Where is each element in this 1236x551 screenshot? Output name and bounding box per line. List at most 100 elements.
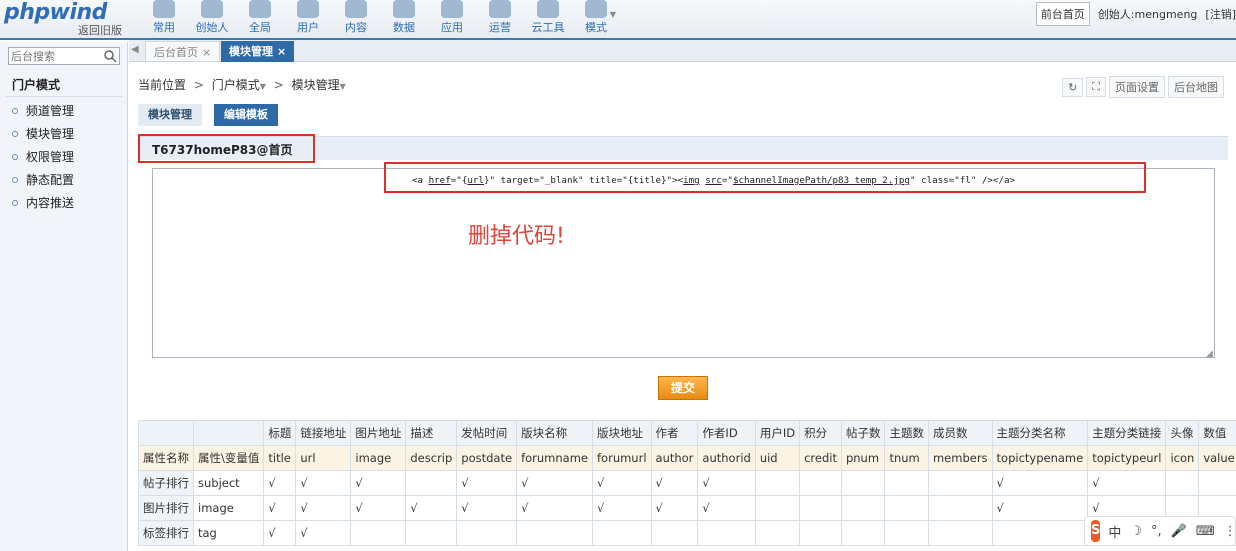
sidebar-item-channel[interactable]: 频道管理	[12, 100, 74, 123]
nav-item-users[interactable]: 用户	[284, 0, 332, 38]
table-cell: 版块地址	[592, 420, 652, 446]
table-cell: 头像	[1165, 420, 1200, 446]
template-editor[interactable]	[152, 168, 1215, 358]
sidebar-item-label: 静态配置	[26, 173, 75, 187]
table-cell: image	[350, 445, 407, 471]
breadcrumb: 当前位置 > 门户模式▼ > 模块管理▼	[138, 76, 346, 93]
table-row: 图片排行 image √ √ √ √ √ √ √ √ √ √ √	[138, 495, 1236, 521]
search-icon[interactable]	[103, 49, 117, 63]
table-cell: 用户ID	[754, 420, 801, 446]
table-cell: 作者ID	[697, 420, 756, 446]
table-cell: credit	[799, 445, 842, 471]
highlight-box	[384, 162, 1146, 193]
table-cell: members	[927, 445, 993, 471]
sidebar-item-module[interactable]: 模块管理	[12, 123, 74, 146]
subtab-module-management[interactable]: 模块管理	[138, 104, 202, 126]
fullscreen-icon[interactable]: ⛶	[1086, 77, 1106, 97]
nav-item-data[interactable]: 数据	[380, 0, 428, 38]
page-settings-button[interactable]: 页面设置	[1109, 76, 1165, 98]
ime-toolbar: S 中 ☽ °, 🎤 ⌨ ⋮	[1084, 516, 1236, 546]
table-cell	[799, 470, 842, 496]
punctuation-icon[interactable]: °,	[1151, 524, 1162, 539]
close-icon[interactable]: ×	[202, 46, 211, 59]
nav-item-cloud[interactable]: 云工具	[524, 0, 572, 38]
table-cell	[350, 520, 407, 546]
more-icon[interactable]: ⋮	[1224, 524, 1236, 539]
chevron-down-icon[interactable]: ▼	[260, 82, 266, 91]
sidebar-item-label: 频道管理	[26, 104, 75, 118]
search-input[interactable]	[9, 48, 99, 64]
site-map-button[interactable]: 后台地图	[1168, 76, 1224, 98]
table-cell: 主题分类名称	[991, 420, 1089, 446]
nav-item-common[interactable]: 常用	[140, 0, 188, 38]
table-cell: 描述	[405, 420, 458, 446]
table-cell: icon	[1165, 445, 1200, 471]
sidebar-title: 门户模式	[12, 78, 61, 92]
nav-label: 创始人	[195, 21, 229, 34]
table-cell	[592, 520, 652, 546]
table-cell	[840, 520, 886, 546]
sidebar-item-label: 模块管理	[26, 127, 75, 141]
nav-label: 全局	[249, 21, 271, 34]
sidebar-item-push[interactable]: 内容推送	[12, 192, 74, 215]
nav-item-operations[interactable]: 运营	[476, 0, 524, 38]
table-cell: √	[263, 495, 297, 521]
nav-label: 数据	[393, 21, 415, 34]
table-cell	[1198, 470, 1236, 496]
table-cell: 属性名称	[138, 445, 194, 471]
keyboard-icon[interactable]: ⌨	[1196, 524, 1215, 539]
sidebar-item-label: 权限管理	[26, 150, 75, 164]
nav-label: 运营	[489, 21, 511, 34]
table-cell	[754, 470, 801, 496]
table-cell: authorid	[697, 445, 756, 471]
resize-handle-icon[interactable]: ◢	[1206, 349, 1213, 359]
table-cell	[138, 420, 194, 446]
tab-module-management[interactable]: 模块管理 ×	[221, 41, 295, 62]
table-cell: √	[991, 495, 1089, 521]
front-home-button[interactable]: 前台首页	[1035, 2, 1090, 26]
main-nav: 常用 创始人 全局 用户 内容 数据 应用 运营 云工具 模式 ▼	[140, 0, 620, 38]
table-cell: √	[263, 520, 297, 546]
users-icon	[297, 0, 319, 18]
breadcrumb-item-module[interactable]: 模块管理	[292, 78, 340, 92]
founder-label: 创始人:mengmeng	[1097, 8, 1198, 21]
chinese-mode-icon[interactable]: 中	[1108, 522, 1121, 541]
table-cell: 图片地址	[350, 420, 407, 446]
table-cell	[754, 495, 801, 521]
tab-admin-home[interactable]: 后台首页 ×	[145, 41, 221, 62]
bullet-icon	[12, 131, 18, 137]
table-cell: 帖子数	[840, 420, 886, 446]
old-version-link[interactable]: 返回旧版	[78, 22, 122, 38]
nav-item-content[interactable]: 内容	[332, 0, 380, 38]
monitor-icon	[489, 0, 511, 18]
table-cell	[754, 520, 801, 546]
chat-icon	[345, 0, 367, 18]
table-cell	[927, 495, 993, 521]
nav-item-founder[interactable]: 创始人	[188, 0, 236, 38]
nav-item-mode[interactable]: 模式 ▼	[572, 0, 620, 38]
nav-item-apps[interactable]: 应用	[428, 0, 476, 38]
table-cell: uid	[754, 445, 801, 471]
microphone-icon[interactable]: 🎤	[1171, 524, 1187, 539]
gear-icon	[585, 0, 607, 18]
close-icon[interactable]: ×	[277, 45, 286, 58]
bullet-icon	[12, 177, 18, 183]
refresh-icon[interactable]: ↻	[1062, 77, 1084, 97]
nav-label: 内容	[345, 21, 367, 34]
chevron-left-icon[interactable]: ◀	[131, 44, 139, 55]
breadcrumb-item-portal[interactable]: 门户模式	[212, 78, 260, 92]
table-cell: tnum	[884, 445, 929, 471]
submit-button[interactable]: 提交	[658, 376, 708, 400]
sidebar-item-static[interactable]: 静态配置	[12, 169, 74, 192]
chevron-down-icon[interactable]: ▼	[340, 82, 346, 91]
table-row: 标签排行 tag √ √	[138, 520, 1236, 546]
subtab-edit-template[interactable]: 编辑模板	[214, 104, 278, 126]
sidebar-item-permission[interactable]: 权限管理	[12, 146, 74, 169]
table-cell: value	[1198, 445, 1236, 471]
nav-item-global[interactable]: 全局	[236, 0, 284, 38]
table-cell: √	[592, 495, 652, 521]
logout-link[interactable]: [注销]	[1205, 6, 1236, 22]
moon-icon[interactable]: ☽	[1130, 524, 1142, 539]
ime-logo-icon[interactable]: S	[1091, 520, 1101, 542]
top-right-links: 前台首页 创始人:mengmeng [注销]	[1035, 2, 1236, 26]
